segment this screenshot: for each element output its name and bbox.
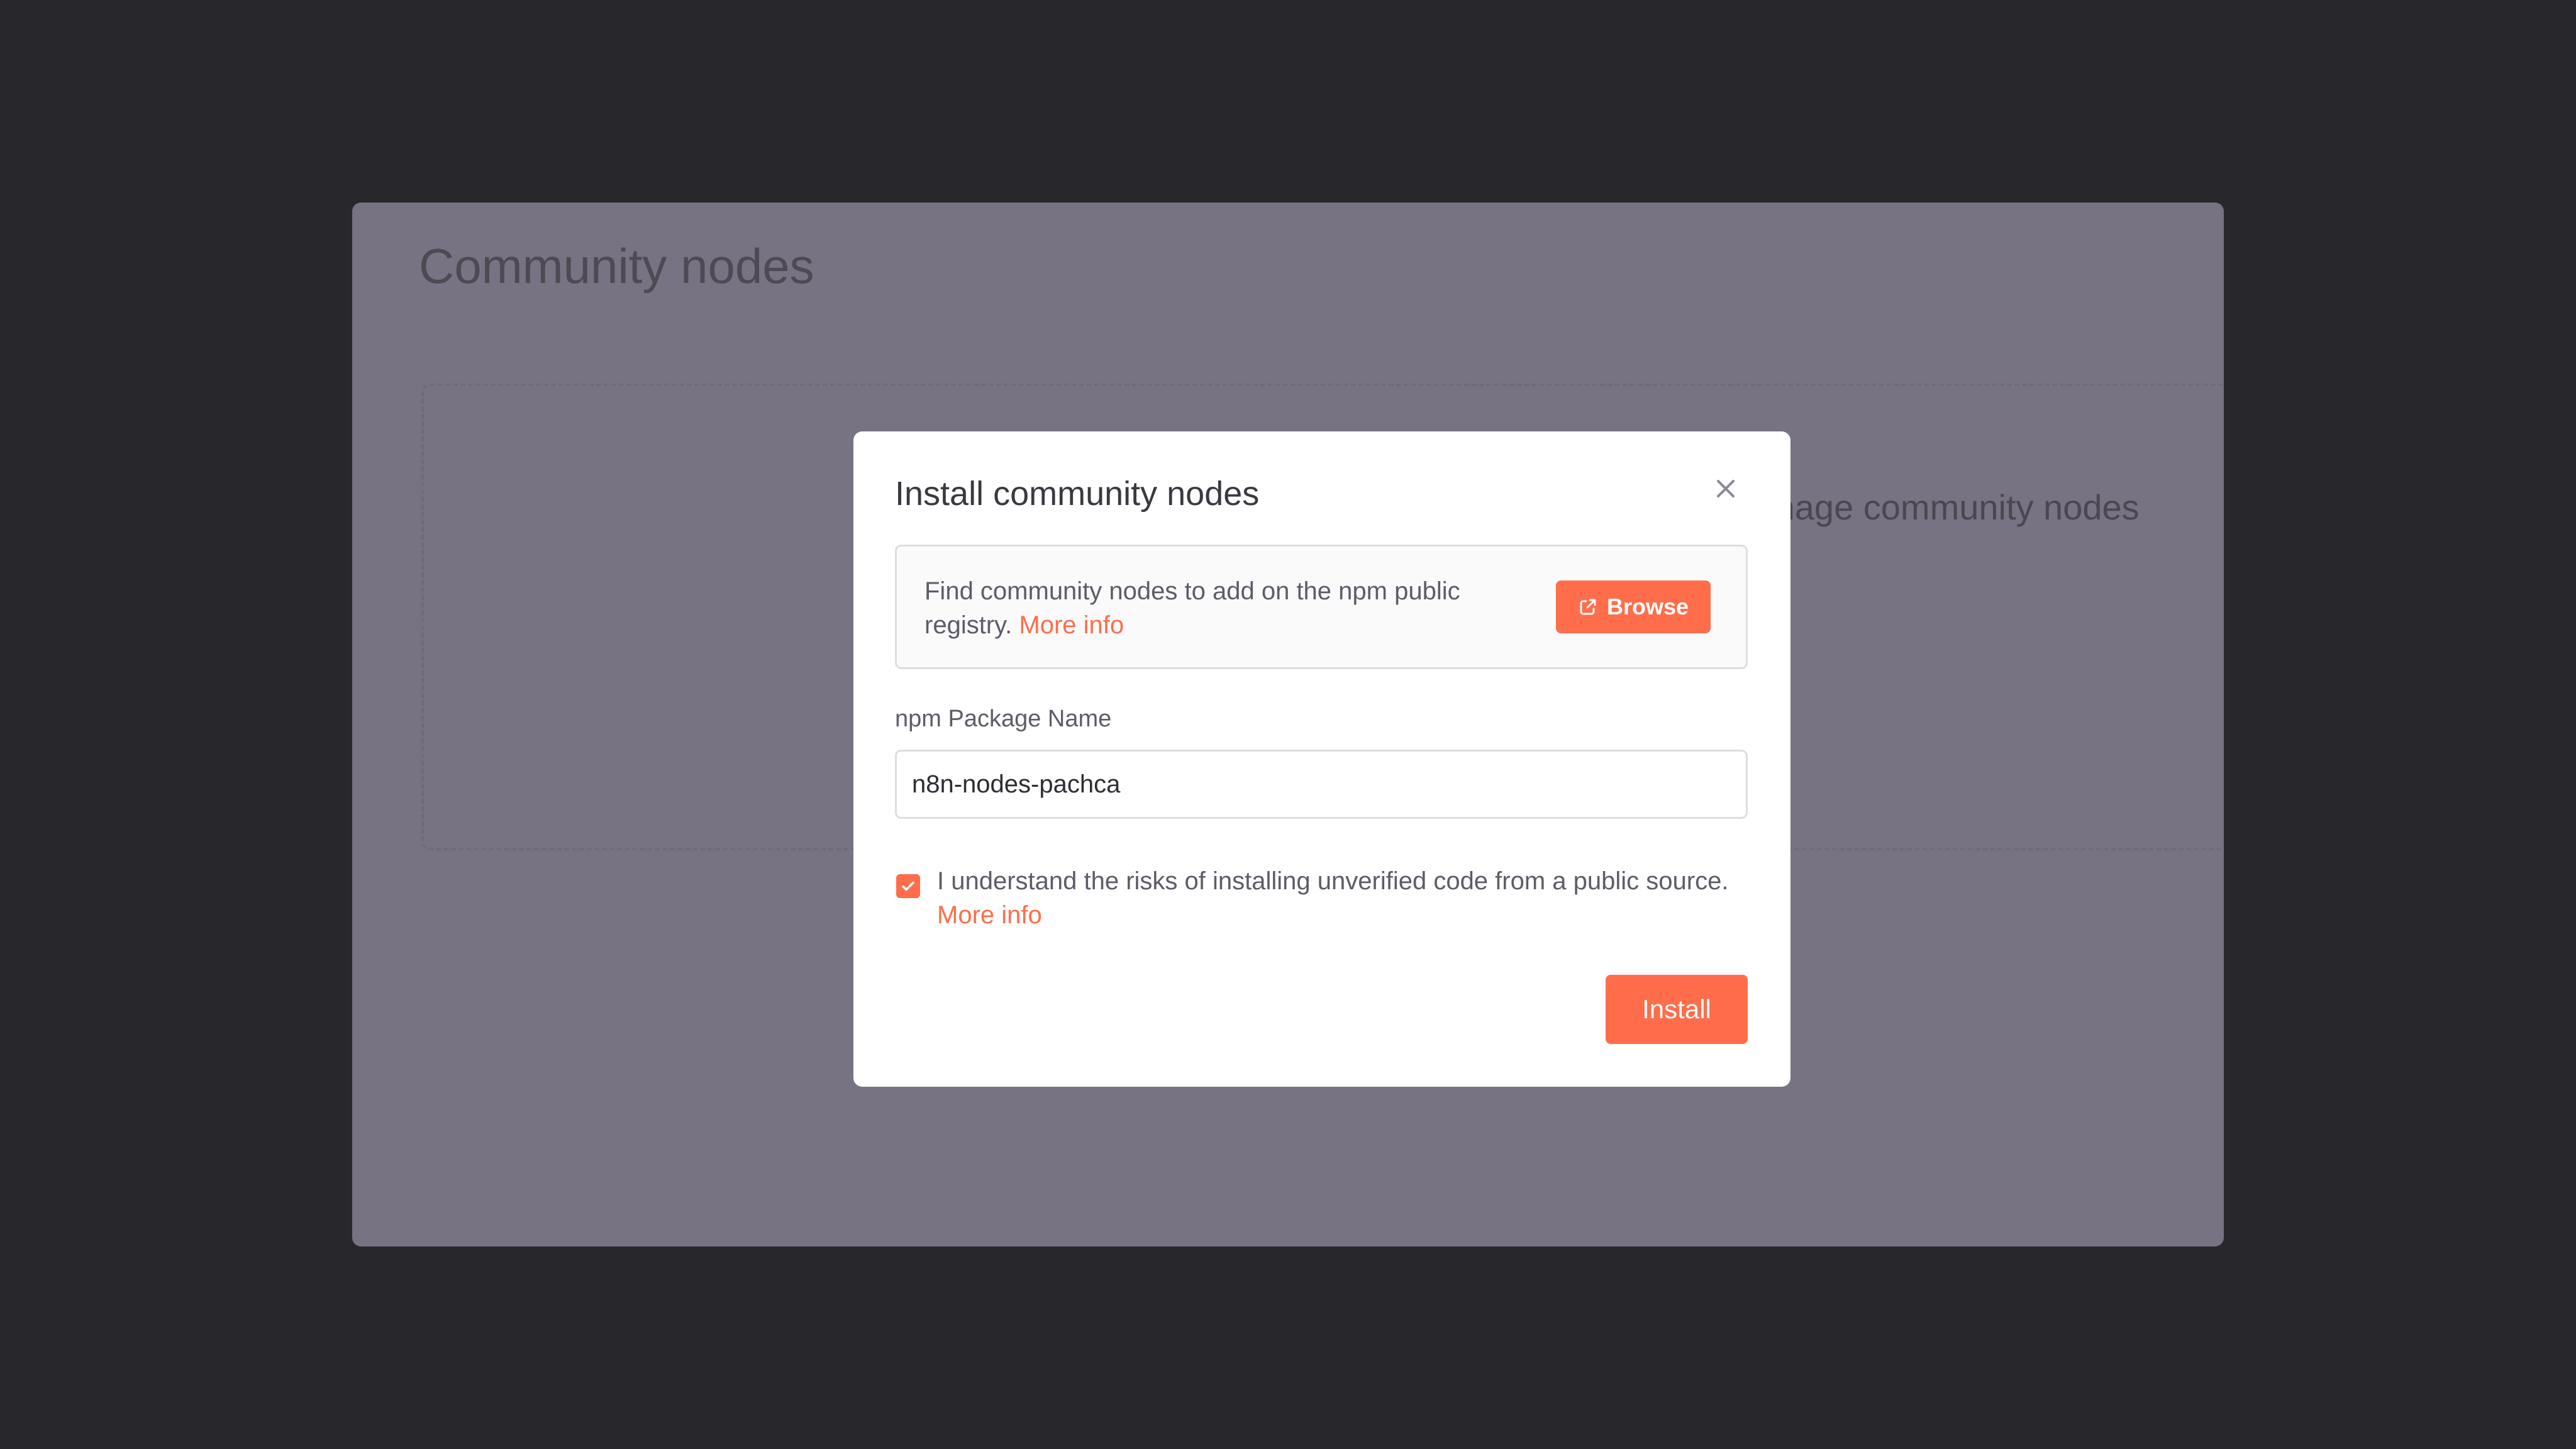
check-icon	[902, 881, 914, 891]
browse-label: Browse	[1606, 594, 1689, 619]
package-name-input[interactable]	[895, 750, 1748, 819]
page-title: Community nodes	[419, 238, 814, 294]
info-box: Find community nodes to add on the npm p…	[895, 545, 1748, 669]
info-description: Find community nodes to add on the npm p…	[924, 577, 1460, 639]
risk-checkbox-label: I understand the risks of installing unv…	[937, 864, 1748, 932]
external-link-icon	[1580, 599, 1596, 615]
modal-title: Install community nodes	[895, 475, 1260, 513]
risk-statement: I understand the risks of installing unv…	[937, 867, 1729, 895]
risk-checkbox[interactable]	[896, 874, 920, 898]
close-icon	[1717, 480, 1735, 497]
install-button[interactable]: Install	[1606, 975, 1748, 1044]
info-more-info-link[interactable]: More info	[1019, 611, 1124, 639]
install-modal: Install community nodes Find community n…	[853, 431, 1790, 1087]
package-name-label: npm Package Name	[895, 706, 1112, 732]
close-button[interactable]	[1710, 473, 1741, 504]
browse-button[interactable]: Browse	[1556, 580, 1711, 633]
info-text: Find community nodes to add on the npm p…	[924, 574, 1541, 642]
risk-more-info-link[interactable]: More info	[937, 898, 1748, 932]
